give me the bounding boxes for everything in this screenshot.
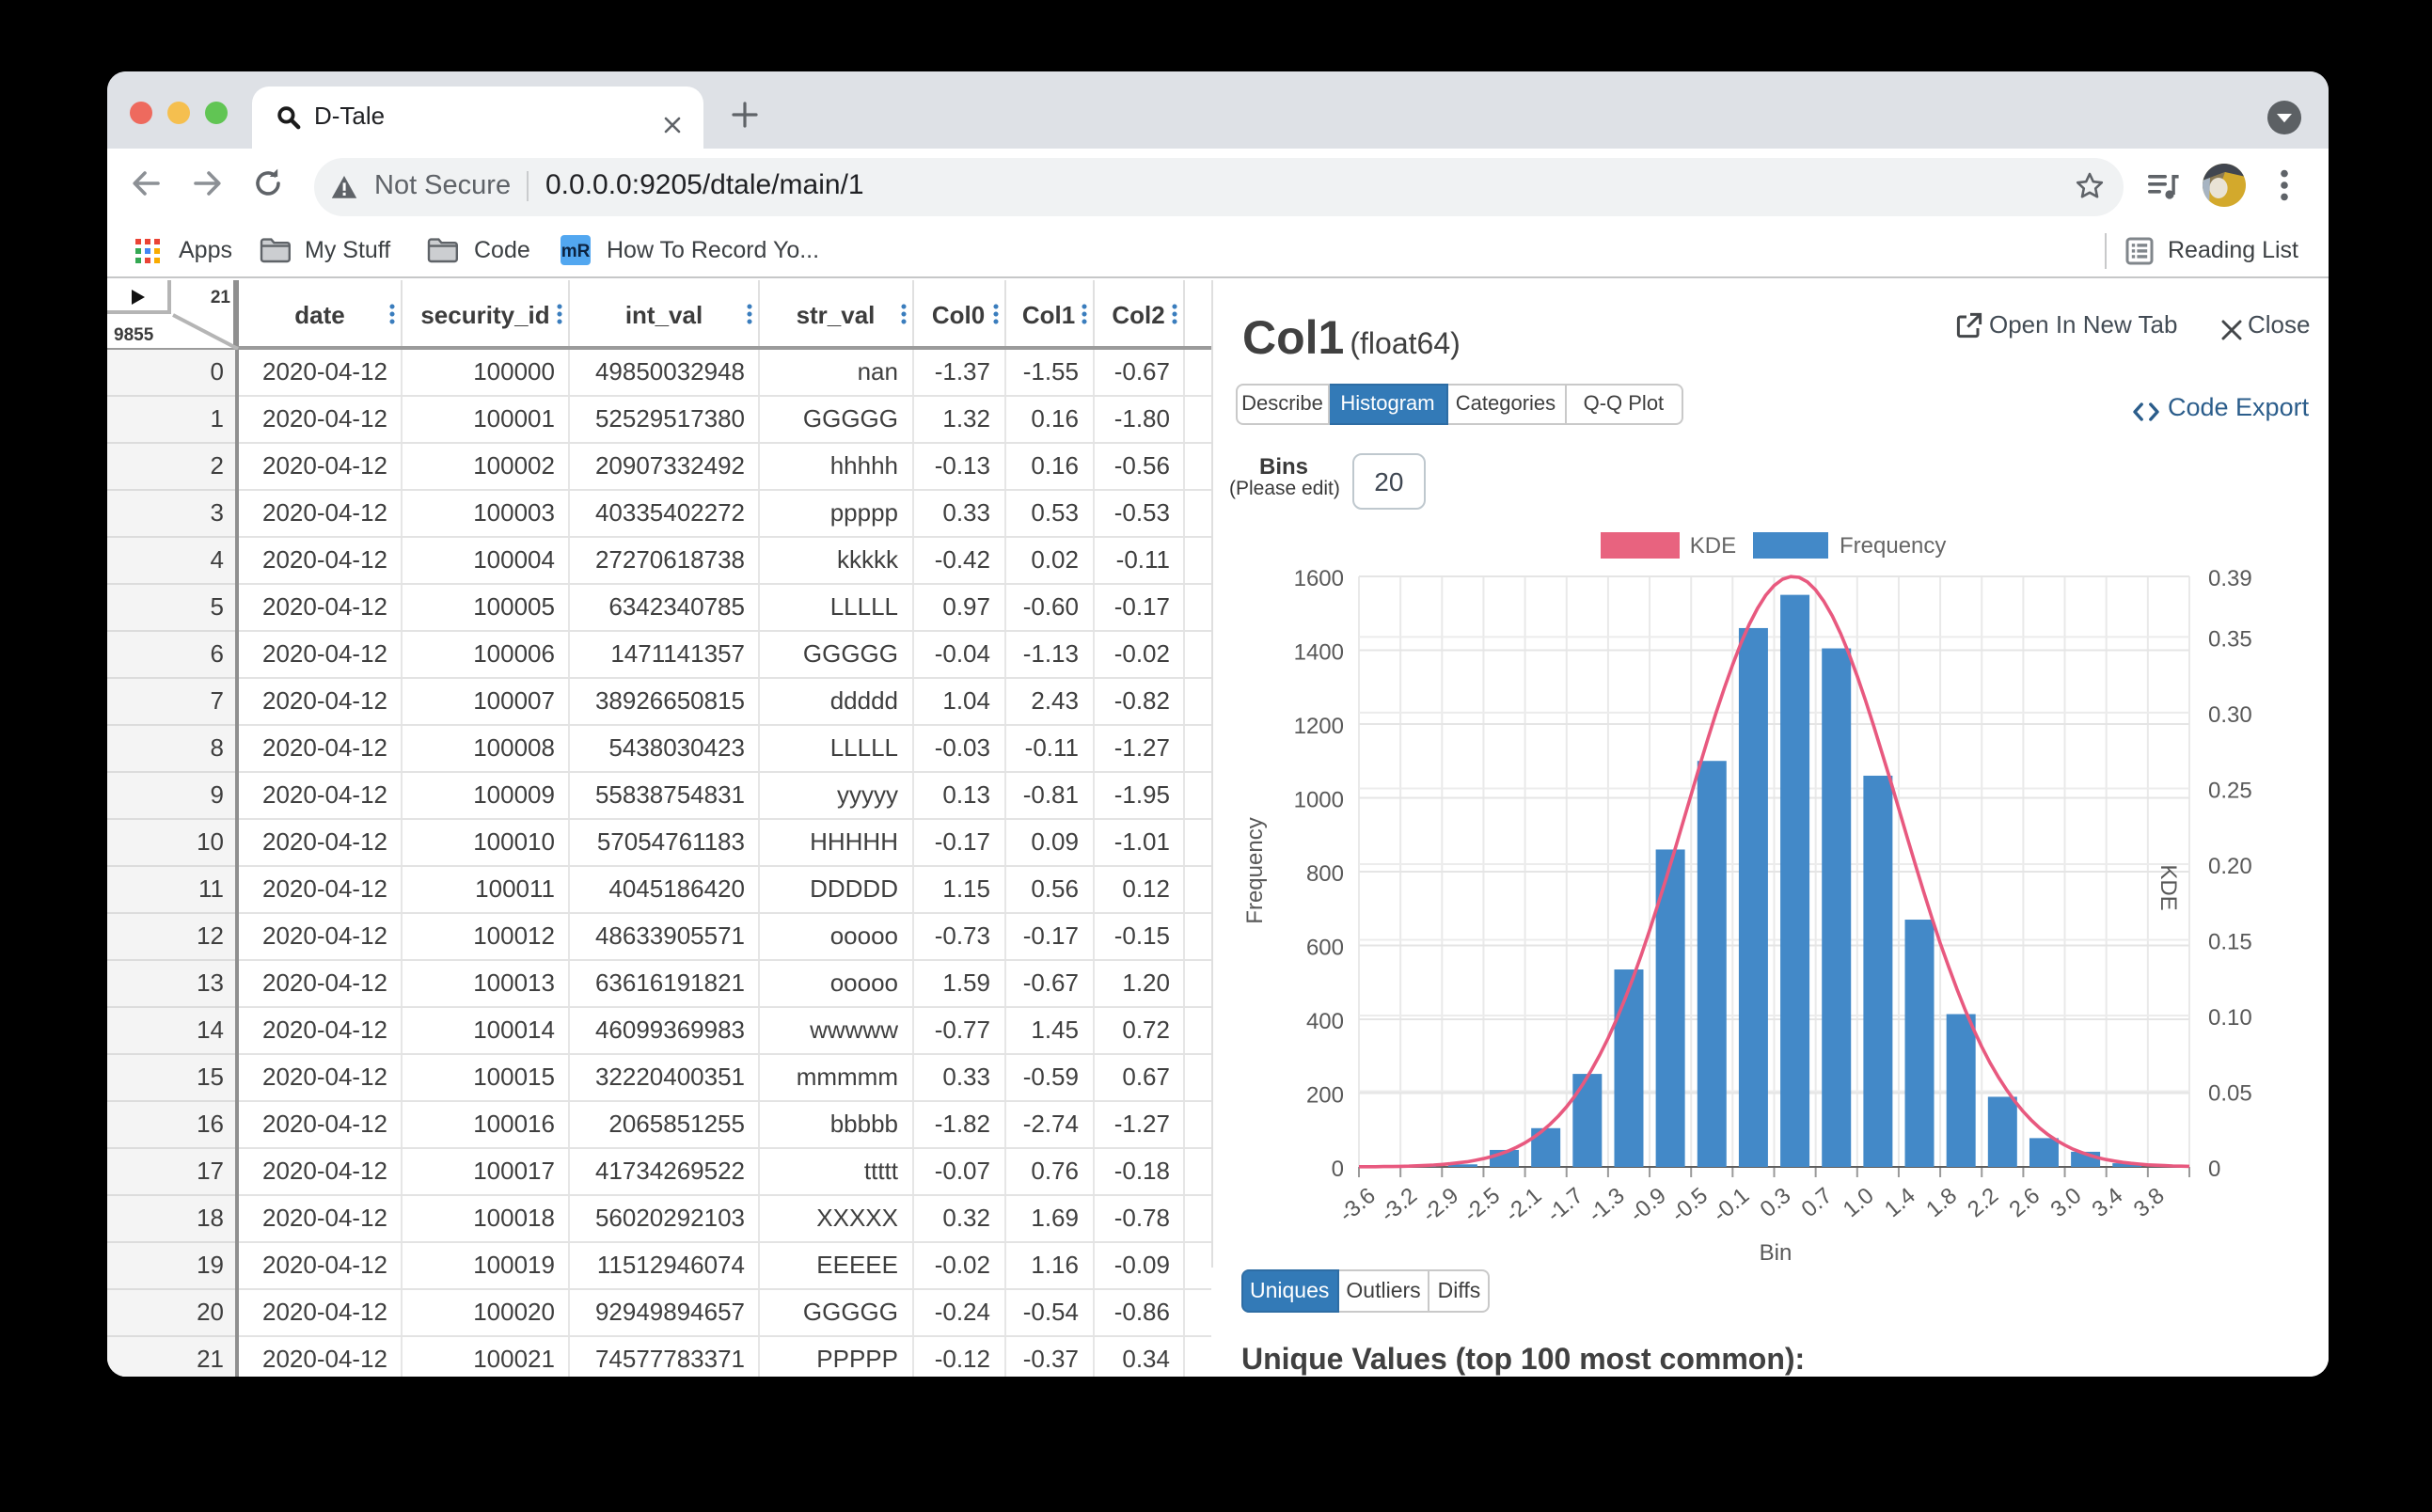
- svg-text:-1.3: -1.3: [1584, 1183, 1630, 1227]
- svg-text:1600: 1600: [1294, 566, 1344, 591]
- svg-text:600: 600: [1306, 936, 1344, 961]
- svg-text:0.35: 0.35: [2208, 626, 2252, 652]
- svg-text:-1.7: -1.7: [1542, 1183, 1588, 1227]
- svg-text:0.7: 0.7: [1797, 1183, 1838, 1222]
- svg-text:0.10: 0.10: [2208, 1005, 2252, 1031]
- svg-text:200: 200: [1306, 1082, 1344, 1108]
- svg-text:-3.6: -3.6: [1334, 1183, 1381, 1227]
- svg-text:mR: mR: [561, 241, 590, 260]
- svg-text:3.8: 3.8: [2129, 1183, 2170, 1222]
- svg-text:Frequency: Frequency: [1242, 817, 1268, 923]
- svg-text:-0.9: -0.9: [1625, 1183, 1671, 1227]
- svg-text:1200: 1200: [1294, 714, 1344, 739]
- svg-text:-2.5: -2.5: [1459, 1183, 1505, 1227]
- svg-text:2.6: 2.6: [2004, 1183, 2045, 1222]
- svg-text:-3.2: -3.2: [1376, 1183, 1422, 1227]
- svg-text:400: 400: [1306, 1009, 1344, 1034]
- svg-text:0.15: 0.15: [2208, 929, 2252, 954]
- svg-text:3.4: 3.4: [2088, 1183, 2128, 1222]
- svg-text:0.3: 0.3: [1756, 1183, 1796, 1222]
- svg-text:0.20: 0.20: [2208, 854, 2252, 879]
- svg-text:0: 0: [2208, 1157, 2220, 1182]
- svg-text:-2.1: -2.1: [1500, 1183, 1546, 1227]
- svg-text:0.39: 0.39: [2208, 566, 2252, 591]
- svg-text:-0.5: -0.5: [1666, 1183, 1713, 1227]
- svg-text:0: 0: [1332, 1157, 1344, 1182]
- svg-text:Bin: Bin: [1760, 1240, 1792, 1266]
- svg-text:1.8: 1.8: [1921, 1183, 1962, 1222]
- svg-text:KDE: KDE: [2156, 864, 2181, 910]
- svg-text:0.05: 0.05: [2208, 1080, 2252, 1106]
- svg-text:3.0: 3.0: [2046, 1183, 2087, 1222]
- svg-text:0.30: 0.30: [2208, 702, 2252, 728]
- svg-text:1.4: 1.4: [1880, 1183, 1920, 1222]
- svg-text:2.2: 2.2: [1963, 1183, 2003, 1222]
- svg-text:1000: 1000: [1294, 787, 1344, 812]
- svg-text:1400: 1400: [1294, 640, 1344, 666]
- svg-text:800: 800: [1306, 861, 1344, 887]
- svg-text:0.25: 0.25: [2208, 778, 2252, 803]
- svg-text:-0.1: -0.1: [1708, 1183, 1754, 1227]
- svg-text:-2.9: -2.9: [1417, 1183, 1463, 1227]
- svg-text:1.0: 1.0: [1839, 1183, 1879, 1222]
